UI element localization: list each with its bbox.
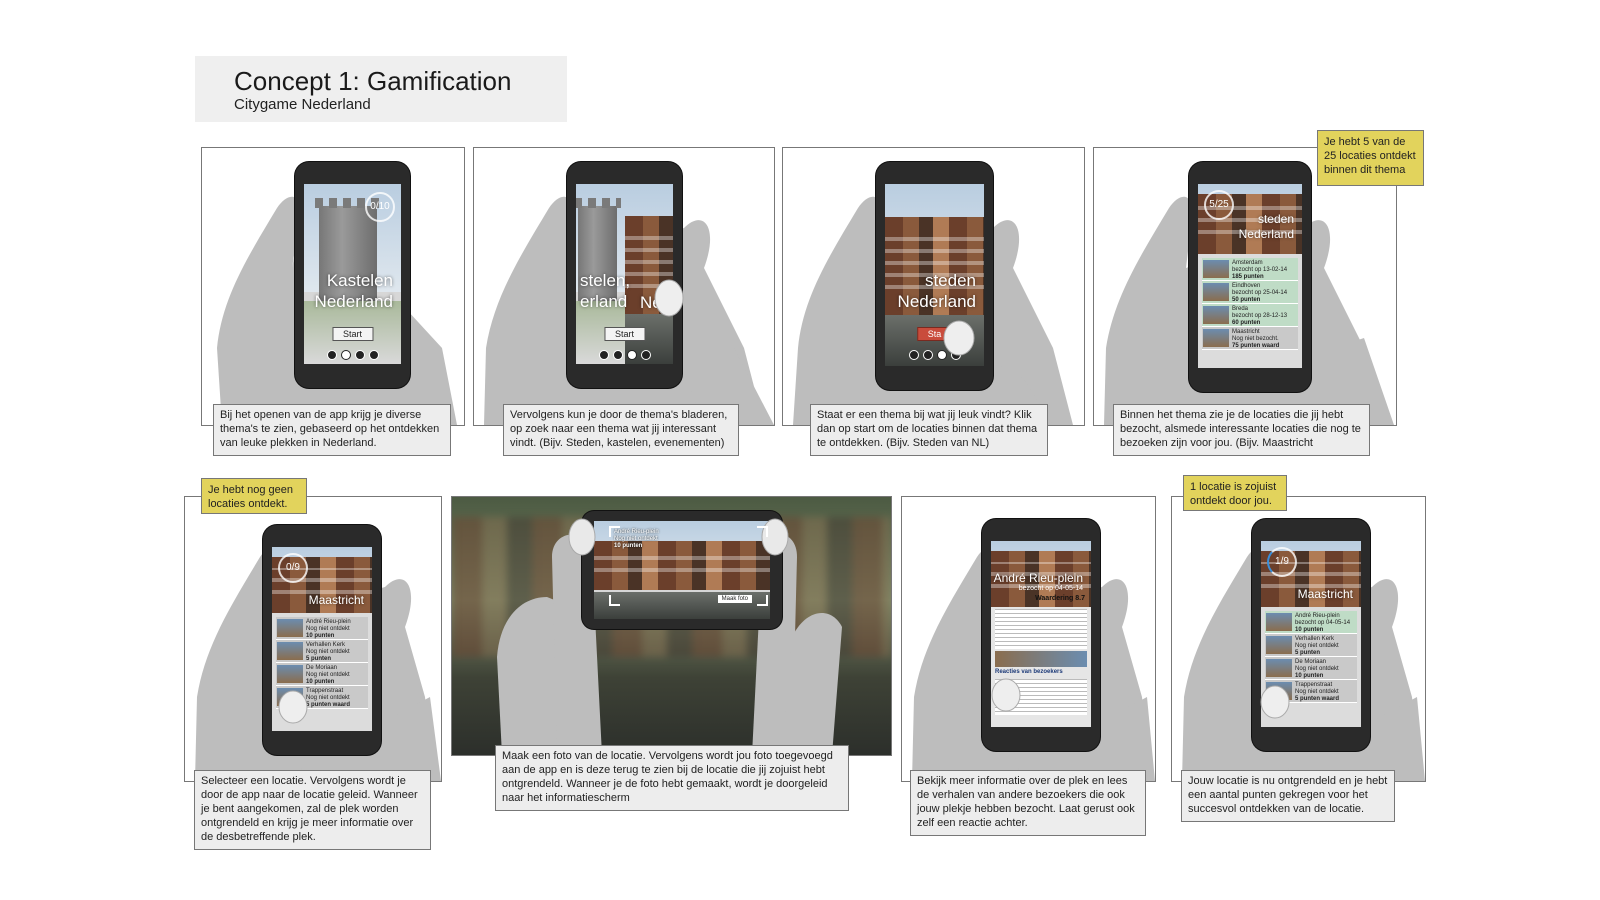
storyboard-panel-3: steden Nederland Sta <box>782 147 1085 426</box>
note-panel-4: Je hebt 5 van de 25 locaties ontdekt bin… <box>1317 130 1424 186</box>
storyboard-panel-7: André Rieu-plein bezocht op 04-05-14 Waa… <box>901 496 1156 782</box>
caption-panel-4: Binnen het thema zie je de locaties die … <box>1113 404 1370 456</box>
list-item[interactable]: Amsterdam bezocht op 13-02-14 185 punten <box>1202 258 1298 281</box>
phone-screen: 5/25 steden Nederland Amsterdam bezocht o… <box>1198 184 1302 368</box>
caption-panel-5: Selecteer een locatie. Vervolgens wordt … <box>194 770 431 850</box>
phone-mockup: 0/10 Kastelen Nederland Start <box>295 162 410 388</box>
note-panel-5: Je hebt nog geen locaties ontdekt. <box>201 478 307 514</box>
start-button[interactable]: Start <box>331 327 374 341</box>
caption-panel-6: Maak een foto van de locatie. Vervolgens… <box>495 745 849 811</box>
location-list: Amsterdam bezocht op 13-02-14 185 punten E… <box>1202 258 1298 350</box>
finger-icon <box>278 690 308 724</box>
list-item[interactable]: Breda bezocht op 28-12-13 60 punten <box>1202 304 1298 327</box>
caption-panel-8: Jouw locatie is nu ontgrendeld en je heb… <box>1181 770 1395 822</box>
finger-tips <box>568 518 789 606</box>
concept-header: Concept 1: Gamification Citygame Nederla… <box>195 56 567 122</box>
storyboard-panel-5: 0/9 Maastricht André Rieu-plein Nog niet … <box>184 496 442 782</box>
progress-ring: 0/10 <box>365 192 395 222</box>
concept-title: Concept 1: Gamification <box>234 66 512 96</box>
list-item[interactable]: Maastricht Nog niet bezocht. 75 punten waa… <box>1202 327 1298 350</box>
page-dots <box>304 347 401 364</box>
phone-mockup: 5/25 steden Nederland Amsterdam bezocht o… <box>1189 162 1311 392</box>
storyboard-panel-6: André Rieu-plein Nog niet ontdekt 10 punte… <box>451 496 892 756</box>
storyboard-panel-8: 1/9 Maastricht André Rieu-plein bezocht o… <box>1171 496 1426 782</box>
storyboard-panel-1: 0/10 Kastelen Nederland Start <box>201 147 465 426</box>
finger-icon <box>1260 685 1290 719</box>
caption-panel-3: Staat er een thema bij wat jij leuk vind… <box>810 404 1048 456</box>
finger-icon <box>654 279 684 317</box>
caption-panel-2: Vervolgens kun je door de thema's blader… <box>503 404 739 456</box>
storyboard-panel-2: stelen, erland Ne Start <box>473 147 775 426</box>
caption-panel-7: Bekijk meer informatie over de plek en l… <box>910 770 1146 836</box>
storyboard-panel-4: 5/25 steden Nederland Amsterdam bezocht o… <box>1093 147 1397 426</box>
caption-panel-1: Bij het openen van de app krijg je diver… <box>213 404 451 456</box>
theme-title: steden Nederland <box>1238 212 1294 241</box>
concept-subtitle: Citygame Nederland <box>234 96 371 113</box>
list-item[interactable]: Eindhoven bezocht op 25-04-14 50 punten <box>1202 281 1298 304</box>
finger-icon <box>991 678 1021 712</box>
note-panel-8: 1 locatie is zojuist ontdekt door jou. <box>1183 475 1287 511</box>
finger-icon <box>943 320 975 356</box>
theme-title: Kastelen Nederland <box>314 271 393 311</box>
phone-screen: 0/10 Kastelen Nederland Start <box>304 184 401 364</box>
